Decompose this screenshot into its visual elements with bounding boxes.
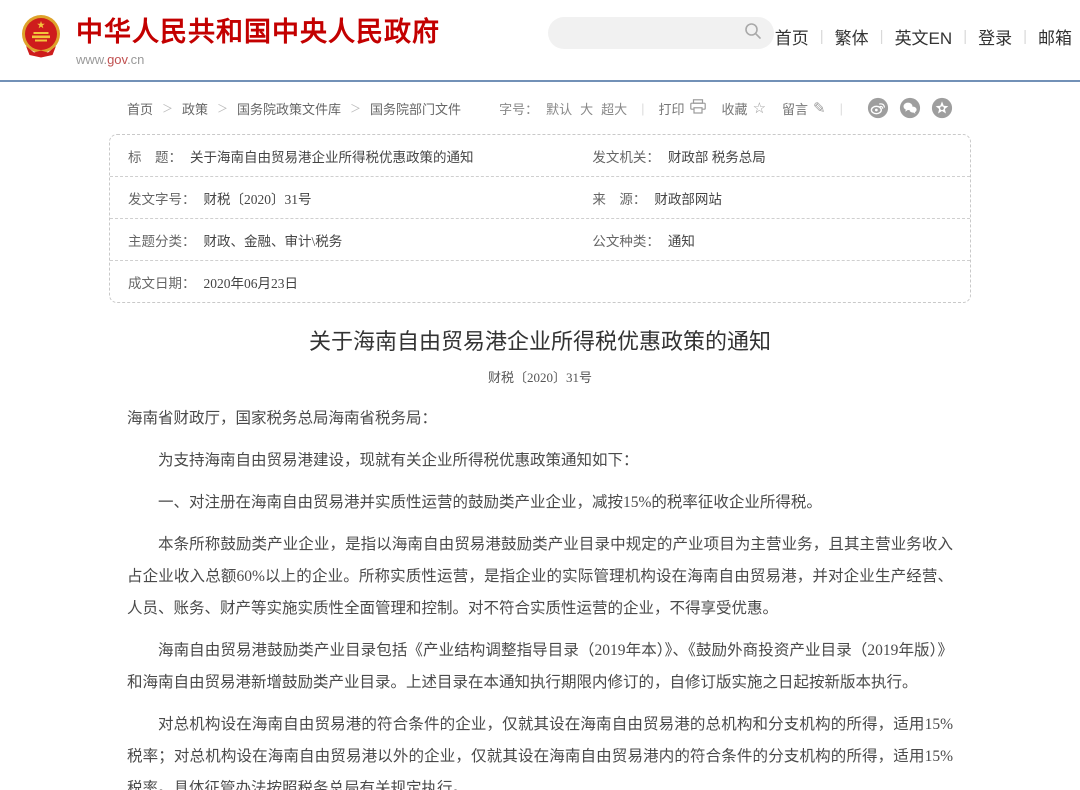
meta-source-value: 财政部网站 <box>654 191 722 207</box>
article-paragraph: 海南省财政厅，国家税务总局海南省税务局： <box>127 410 438 427</box>
table-row: 标 题： 关于海南自由贸易港企业所得税优惠政策的通知 发文机关： 财政部 税务总… <box>110 135 970 177</box>
article-body: 海南省财政厅，国家税务总局海南省税务局： 为支持海南自由贸易港建设，现就有关企业… <box>127 403 953 790</box>
site-header: 中华人民共和国中央人民政府 www.gov.cn 首页 | 繁体 | 英文EN … <box>0 0 1080 82</box>
table-row: 成文日期： 2020年06月23日 <box>110 261 970 302</box>
article-title: 关于海南自由贸易港企业所得税优惠政策的通知 <box>308 329 771 354</box>
meta-date-label: 成文日期： <box>128 275 196 291</box>
meta-number-value: 财税〔2020〕31号 <box>203 191 312 207</box>
meta-doctype-value: 通知 <box>667 233 695 249</box>
meta-agency-value: 财政部 税务总局 <box>667 149 766 165</box>
article-doc-number: 财税〔2020〕31号 <box>487 370 592 385</box>
print-button[interactable]: 打印 <box>659 99 706 118</box>
font-size-xlarge[interactable]: 超大 <box>601 99 627 118</box>
site-title: 中华人民共和国中央人民政府 <box>76 17 440 47</box>
font-size-label: 字号： <box>499 101 539 117</box>
document-meta-table: 标 题： 关于海南自由贸易港企业所得税优惠政策的通知 发文机关： 财政部 税务总… <box>109 134 971 303</box>
breadcrumb-department-docs[interactable]: 国务院部门文件 <box>370 99 461 118</box>
meta-category-value: 财政、金融、审计\税务 <box>203 233 343 249</box>
toolbar-actions: 打印 收藏 ☆ 留言 ✎ <box>659 99 826 118</box>
article-paragraph: 海南自由贸易港鼓励类产业目录包括《产业结构调整指导目录（2019年本）》、《鼓励… <box>127 642 953 691</box>
site-logo[interactable]: 中华人民共和国中央人民政府 www.gov.cn <box>18 10 440 67</box>
breadcrumb-home[interactable]: 首页 <box>127 99 153 118</box>
meta-title: 标 题： 关于海南自由贸易港企业所得税优惠政策的通知 <box>110 135 574 176</box>
printer-icon <box>689 99 706 117</box>
article-paragraph: 对总机构设在海南自由贸易港的符合条件的企业，仅就其设在海南自由贸易港的总机构和分… <box>127 716 953 790</box>
national-emblem-icon <box>18 13 64 64</box>
meta-doctype-label: 公文种类： <box>592 233 660 249</box>
star-icon: ☆ <box>752 99 767 117</box>
top-nav: 首页 | 繁体 | 英文EN | 登录 | 邮箱 <box>775 24 1072 49</box>
meta-source-label: 来 源： <box>592 191 647 207</box>
breadcrumb-separator: ＞ <box>162 103 174 115</box>
nav-home[interactable]: 首页 <box>775 24 809 49</box>
social-share <box>857 97 953 119</box>
table-row: 发文字号： 财税〔2020〕31号 来 源： 财政部网站 <box>110 177 970 219</box>
breadcrumb: 首页 ＞ 政策 ＞ 国务院政策文件库 ＞ 国务院部门文件 <box>127 99 461 118</box>
page-toolbar: 首页 ＞ 政策 ＞ 国务院政策文件库 ＞ 国务院部门文件 字号： 默认 大 超大… <box>109 95 971 121</box>
nav-english[interactable]: 英文EN <box>895 24 953 49</box>
breadcrumb-separator: ＞ <box>350 103 362 115</box>
meta-source: 来 源： 财政部网站 <box>574 177 970 218</box>
breadcrumb-separator: ＞ <box>217 103 229 115</box>
font-size-default[interactable]: 默认 <box>546 99 572 118</box>
pencil-icon: ✎ <box>813 99 826 117</box>
meta-date: 成文日期： 2020年06月23日 <box>110 261 574 302</box>
nav-divider: | <box>879 28 884 45</box>
nav-divider: | <box>1023 28 1027 45</box>
nav-traditional[interactable]: 繁体 <box>835 24 869 49</box>
meta-title-label: 标 题： <box>128 149 182 165</box>
breadcrumb-policy-library[interactable]: 国务院政策文件库 <box>237 99 341 118</box>
meta-date-value: 2020年06月23日 <box>203 275 299 291</box>
meta-category-label: 主题分类： <box>128 233 196 249</box>
search-icon[interactable] <box>744 22 762 45</box>
article-paragraph: 一、对注册在海南自由贸易港并实质性运营的鼓励类产业企业，减按15%的税率征收企业… <box>158 494 822 511</box>
comment-button[interactable]: 留言 ✎ <box>782 99 826 118</box>
meta-number-label: 发文字号： <box>128 191 196 207</box>
breadcrumb-policy[interactable]: 政策 <box>182 99 208 118</box>
article-paragraph: 为支持海南自由贸易港建设，现就有关企业所得税优惠政策通知如下： <box>158 452 639 469</box>
document-article: 关于海南自由贸易港企业所得税优惠政策的通知 财税〔2020〕31号 海南省财政厅… <box>109 324 971 790</box>
site-url: www.gov.cn <box>76 52 145 67</box>
nav-divider: | <box>819 28 824 45</box>
nav-divider: | <box>963 28 968 45</box>
meta-agency: 发文机关： 财政部 税务总局 <box>574 135 970 176</box>
wechat-icon[interactable] <box>899 97 921 119</box>
font-size-control: 字号： 默认 大 超大 <box>499 99 627 118</box>
article-paragraph: 本条所称鼓励类产业企业，是指以海南自由贸易港鼓励类产业目录中规定的产业项目为主营… <box>127 536 953 617</box>
meta-doctype: 公文种类： 通知 <box>574 219 970 260</box>
search-input[interactable] <box>560 25 744 41</box>
nav-login[interactable]: 登录 <box>978 24 1012 49</box>
font-size-large[interactable]: 大 <box>580 99 593 118</box>
nav-mail[interactable]: 邮箱 <box>1038 24 1072 49</box>
toolbar-divider: | <box>641 100 645 116</box>
meta-number: 发文字号： 财税〔2020〕31号 <box>110 177 574 218</box>
weibo-icon[interactable] <box>867 97 889 119</box>
meta-agency-label: 发文机关： <box>592 149 660 165</box>
search-box[interactable] <box>548 17 774 49</box>
qzone-star-icon[interactable] <box>931 97 953 119</box>
favorite-button[interactable]: 收藏 ☆ <box>722 99 766 118</box>
table-row: 主题分类： 财政、金融、审计\税务 公文种类： 通知 <box>110 219 970 261</box>
meta-title-value: 关于海南自由贸易港企业所得税优惠政策的通知 <box>190 149 474 165</box>
meta-category: 主题分类： 财政、金融、审计\税务 <box>110 219 574 260</box>
toolbar-divider: | <box>839 100 843 116</box>
